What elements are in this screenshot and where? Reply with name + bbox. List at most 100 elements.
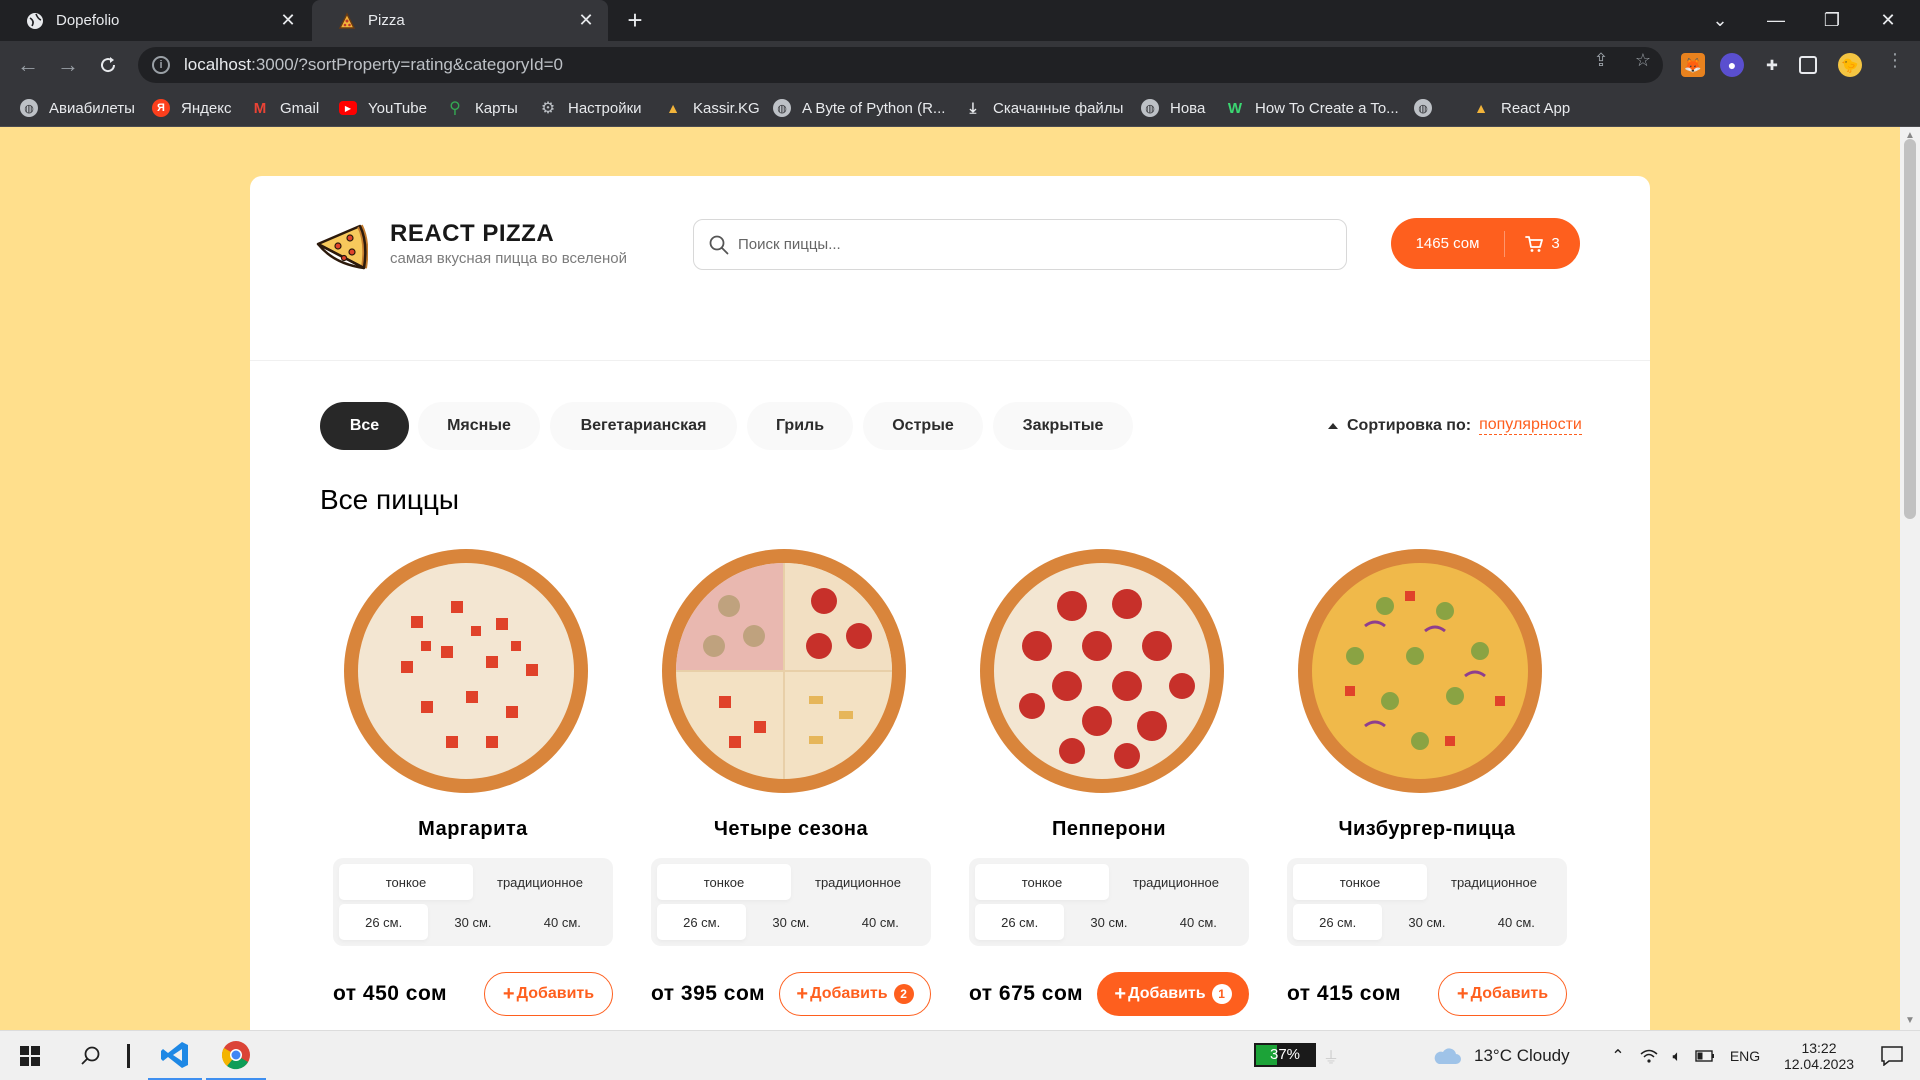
chrome-icon[interactable] [206,1031,266,1080]
size-option[interactable]: 30 см. [1382,904,1471,940]
reload-button[interactable] [92,49,124,81]
pizza-price: от 415 сом [1287,982,1402,1005]
size-option[interactable]: 26 см. [975,904,1065,940]
category-grill[interactable]: Гриль [747,402,853,450]
add-button[interactable]: + Добавить [1438,972,1567,1016]
pizza-logo-icon[interactable] [314,220,368,274]
scroll-thumb[interactable] [1904,139,1916,519]
category-vegetarian[interactable]: Вегетарианская [550,402,737,450]
bookmark-item[interactable]: W How To Create a To... [1226,89,1399,127]
search-icon [709,235,729,254]
add-label: Добавить [1470,985,1549,1002]
battery-percent: 37% [1269,1046,1301,1063]
vscode-icon[interactable] [148,1031,202,1080]
bookmark-item[interactable]: ⚙ Настройки [539,89,642,127]
share-icon[interactable]: ⇪ [1590,49,1612,71]
forward-button[interactable]: → [52,49,84,81]
restore-button[interactable]: ❐ [1804,0,1860,41]
menu-icon[interactable]: ⋮ [1884,49,1906,71]
globe-icon: ◍ [1414,99,1432,117]
search-icon[interactable] [66,1031,116,1080]
address-bar[interactable]: i localhost:3000/?sortProperty=rating&ca… [138,47,1663,83]
dough-option[interactable]: тонкое [657,864,791,900]
sidepanel-icon[interactable] [1799,56,1817,74]
bookmark-item[interactable]: ⤓ Скачанные файлы [964,89,1124,127]
size-option[interactable]: 30 см. [1064,904,1153,940]
size-option[interactable]: 30 см. [746,904,835,940]
language-indicator[interactable]: ENG [1724,1031,1766,1080]
volume-icon[interactable]: 🔈︎ [1664,1031,1690,1080]
extension-icon[interactable]: ● [1720,53,1744,77]
star-icon[interactable]: ☆ [1632,49,1654,71]
category-spicy[interactable]: Острые [863,402,983,450]
globe-icon: ◍ [20,99,38,117]
notifications-icon[interactable] [1868,1031,1916,1080]
bookmark-item[interactable]: ◍ Авиабилеты [20,89,135,127]
chevron-up-icon[interactable]: ⌃ [1604,1031,1632,1080]
bookmark-item[interactable]: Я Яндекс [152,89,231,127]
sort-dropdown[interactable]: популярности [1479,416,1582,435]
bookmark-item[interactable]: ◍ Нова [1141,89,1205,127]
scroll-down-icon[interactable]: ▼ [1900,1014,1920,1028]
bookmark-item[interactable]: ◍ [1414,89,1443,127]
dough-option[interactable]: традиционное [1427,864,1561,900]
dough-option[interactable]: традиционное [791,864,925,900]
size-option[interactable]: 30 см. [428,904,517,940]
close-icon[interactable]: ✕ [576,10,596,31]
dough-option[interactable]: тонкое [339,864,473,900]
wifi-icon[interactable] [1636,1031,1662,1080]
cart-total: 1465 сом [1415,235,1480,252]
search-box[interactable] [693,219,1347,270]
site-title[interactable]: REACT PIZZA [390,220,554,248]
dough-option[interactable]: традиционное [473,864,607,900]
search-input[interactable] [738,236,1298,253]
add-button[interactable]: + Добавить [484,972,613,1016]
task-view-icon[interactable] [118,1031,138,1080]
chevron-down-icon[interactable]: ⌄ [1692,0,1748,41]
add-button[interactable]: + Добавить 2 [779,972,931,1016]
globe-icon [26,12,44,30]
back-button[interactable]: ← [12,49,44,81]
avatar[interactable]: 🐤 [1838,53,1862,77]
dough-option[interactable]: традиционное [1109,864,1243,900]
cart-button[interactable]: 1465 сом 3 [1391,218,1580,269]
add-button[interactable]: + Добавить 1 [1097,972,1249,1016]
size-option[interactable]: 40 см. [518,904,607,940]
cart-count: 3 [1551,235,1560,252]
size-option[interactable]: 26 см. [657,904,747,940]
size-option[interactable]: 26 см. [1293,904,1383,940]
bookmark-item[interactable]: M Gmail [251,89,319,127]
bookmark-item[interactable]: ▲ Kassir.KG [664,89,760,127]
clock[interactable]: 13:22 12.04.2023 [1774,1031,1864,1080]
weather-text[interactable]: 13°C Cloudy [1474,1031,1584,1080]
size-option[interactable]: 40 см. [836,904,925,940]
size-option[interactable]: 26 см. [339,904,429,940]
battery-icon[interactable] [1692,1031,1718,1080]
windows-start-icon[interactable] [0,1031,60,1080]
gmail-icon: M [253,99,267,117]
tab-dopefolio[interactable]: Dopefolio ✕ [0,0,310,41]
pizza-selector: тонкое традиционное 26 см. 30 см. 40 см. [969,858,1249,946]
category-meat[interactable]: Мясные [418,402,540,450]
close-window-button[interactable]: ✕ [1860,0,1916,41]
tab-title: Dopefolio [56,12,120,29]
size-option[interactable]: 40 см. [1472,904,1561,940]
metamask-icon[interactable]: 🦊 [1681,53,1705,77]
size-option[interactable]: 40 см. [1154,904,1243,940]
bookmark-item[interactable]: ◍ A Byte of Python (R... [773,89,945,127]
bookmark-item[interactable]: ⚲ Карты [446,89,518,127]
info-icon[interactable]: i [152,56,170,74]
category-closed[interactable]: Закрытые [993,402,1133,450]
new-tab-button[interactable]: + [620,6,650,36]
bookmark-item[interactable]: ▶ YouTube [339,89,427,127]
category-all[interactable]: Все [320,402,409,450]
bookmark-item[interactable]: ▲ React App [1472,89,1570,127]
dough-option[interactable]: тонкое [1293,864,1427,900]
battery-indicator[interactable]: 37% [1254,1043,1316,1067]
puzzle-icon[interactable]: ✚ [1760,53,1784,77]
minimize-button[interactable]: — [1748,0,1804,41]
page-scrollbar[interactable]: ▲ ▼ [1900,127,1920,1030]
close-icon[interactable]: ✕ [278,10,298,31]
dough-option[interactable]: тонкое [975,864,1109,900]
tab-pizza[interactable]: Pizza ✕ [312,0,608,41]
